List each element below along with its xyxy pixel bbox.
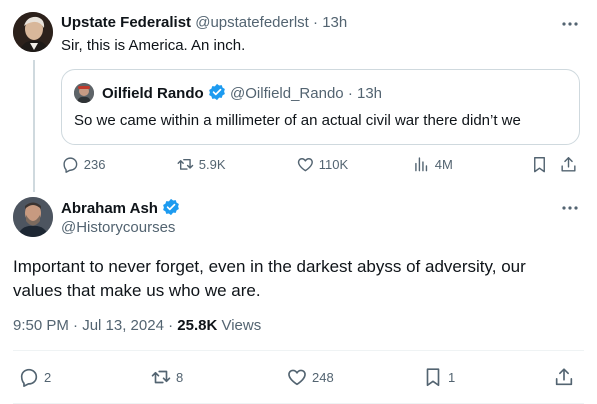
- verified-badge-icon: [208, 83, 226, 101]
- upstate-federalist-avatar[interactable]: [13, 12, 53, 52]
- parent-display-name[interactable]: Upstate Federalist: [61, 14, 191, 31]
- parent-like-button[interactable]: 110K: [296, 155, 348, 174]
- main-tweet-text: Important to never forget, even in the d…: [13, 257, 526, 300]
- main-display-name[interactable]: Abraham Ash: [61, 200, 158, 217]
- main-bookmark-button[interactable]: 1: [422, 366, 455, 388]
- parent-share-icon[interactable]: [559, 155, 578, 174]
- quoted-handle: @Oilfield_Rando: [230, 85, 344, 102]
- quoted-tweet-text: So we came within a millimeter of an act…: [74, 112, 521, 129]
- quoted-time: 13h: [356, 85, 383, 102]
- main-tweet-name-row: Abraham Ash: [61, 198, 180, 219]
- parent-time[interactable]: 13h: [322, 14, 347, 31]
- parent-more-icon[interactable]: [560, 14, 580, 34]
- repost-icon: [150, 366, 172, 388]
- thread-connector-line: [33, 60, 35, 192]
- main-handle[interactable]: @Historycourses: [61, 218, 175, 238]
- main-repost-count: 8: [176, 369, 184, 385]
- parent-tweet-text: Sir, this is America. An inch.: [61, 37, 246, 54]
- parent-views-count: 4M: [434, 156, 453, 172]
- parent-views-button[interactable]: 4M: [412, 155, 453, 174]
- quoted-tweet-card[interactable]: Oilfield Rando @Oilfield_Rando · 13h So …: [61, 69, 580, 145]
- heart-icon: [286, 366, 308, 388]
- main-bookmark-count: 1: [448, 369, 456, 385]
- parent-like-count: 110K: [318, 156, 349, 172]
- parent-repost-button[interactable]: 5.9K: [176, 155, 226, 174]
- main-reply-button[interactable]: 2: [18, 366, 51, 388]
- repost-icon: [176, 155, 195, 174]
- main-reply-count: 2: [44, 369, 52, 385]
- meta-separator: ·: [168, 317, 174, 334]
- verified-badge-icon: [162, 198, 180, 216]
- main-tweet-meta: 9:50 PM · Jul 13, 2024 · 25.8K Views: [13, 316, 261, 336]
- abraham-ash-avatar[interactable]: [13, 197, 53, 237]
- analytics-icon: [412, 155, 431, 174]
- main-like-button[interactable]: 248: [286, 366, 334, 388]
- main-repost-button[interactable]: 8: [150, 366, 183, 388]
- quoted-display-name: Oilfield Rando: [102, 85, 204, 102]
- bookmark-icon: [422, 366, 444, 388]
- oilfield-rando-avatar: [74, 83, 94, 103]
- parent-repost-count: 5.9K: [198, 156, 226, 172]
- reply-icon: [61, 155, 80, 174]
- parent-tweet-header: Upstate Federalist @upstatefederlst · 13…: [61, 13, 347, 33]
- parent-reply-button[interactable]: 236: [61, 155, 105, 174]
- main-views-label: Views: [221, 317, 262, 334]
- main-tweet-timestamp[interactable]: 9:50 PM · Jul 13, 2024: [13, 317, 164, 334]
- reply-icon: [18, 366, 40, 388]
- parent-handle[interactable]: @upstatefederlst: [195, 14, 309, 31]
- quoted-separator: ·: [347, 85, 353, 102]
- quoted-header: Oilfield Rando @Oilfield_Rando · 13h: [102, 83, 382, 104]
- parent-reply-count: 236: [83, 156, 106, 172]
- heart-icon: [296, 155, 315, 174]
- main-share-icon[interactable]: [553, 366, 575, 388]
- main-more-icon[interactable]: [560, 198, 580, 218]
- divider-top: [13, 350, 584, 351]
- parent-separator: ·: [313, 14, 319, 31]
- main-like-count: 248: [312, 369, 334, 385]
- parent-bookmark-icon[interactable]: [530, 155, 549, 174]
- main-views-count: 25.8K: [177, 317, 218, 334]
